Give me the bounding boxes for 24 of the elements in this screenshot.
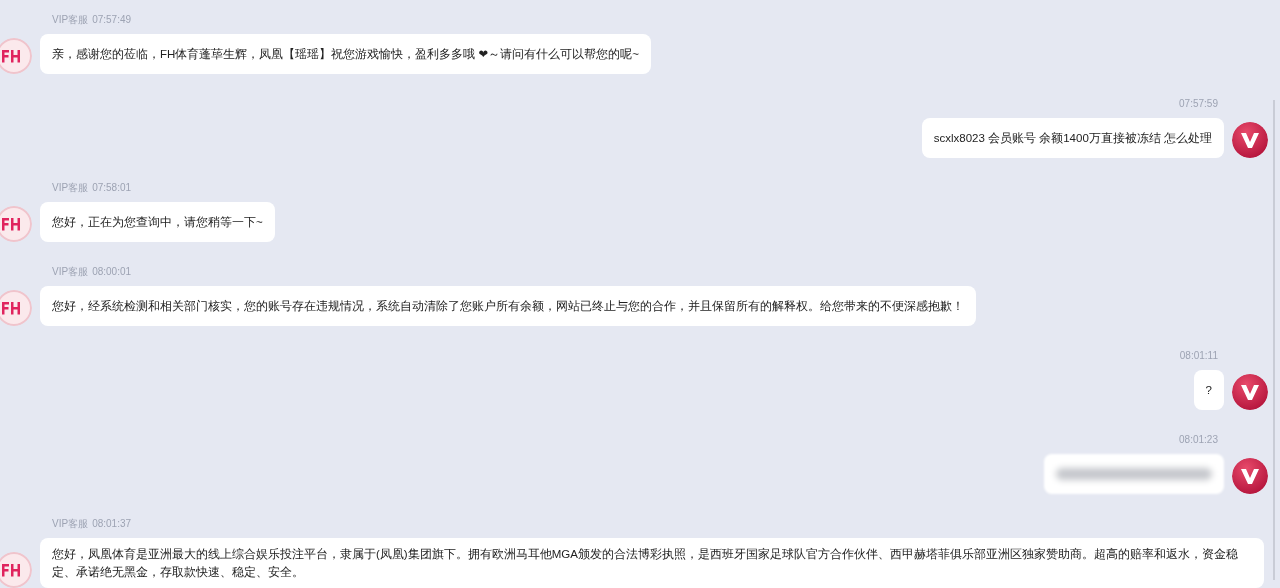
sender-name: VIP客服 (52, 14, 89, 26)
message-bubble: 您好，凤凰体育是亚洲最大的线上综合娱乐投注平台，隶属于(凤凰)集团旗下。拥有欧洲马耳他MGA颁发的合法博彩执照，是西班牙国家足球队官方合作伙伴、西甲赫塔菲俱乐部亚洲区独家赞助商。超高的赔率和返水，资金稳定、承诺绝无黑金，存取款快速、稳定、安全。 (40, 538, 1264, 588)
avatar-icon (1232, 458, 1268, 494)
sender-name: VIP客服 (52, 182, 89, 194)
avatar-icon (0, 290, 32, 326)
avatar-icon (1232, 374, 1268, 410)
message-bubble: ? (1193, 370, 1224, 410)
avatar-icon (1232, 122, 1268, 158)
sender-name: VIP客服 (52, 518, 89, 530)
avatar-icon (0, 552, 32, 588)
message-time: 08:01:37 (92, 518, 132, 530)
message-bubble: 您好，正在为您查询中，请您稍等一下~ (40, 202, 275, 242)
message-bubble: scxlx8023 会员账号 余额1400万直接被冻结 怎么处理 (921, 118, 1224, 158)
message-time: 08:01:11 (1179, 350, 1218, 362)
message-bubble: 您好，经系统检测和相关部门核实，您的账号存在违规情况，系统自动清除了您账户所有余额，网站已终止与您的合作，并且保留所有的解释权。给您带来的不便深感抱歉！ (40, 286, 976, 326)
sender-name: VIP客服 (52, 266, 89, 278)
avatar-icon (0, 38, 32, 74)
message-time: 08:01:23 (1179, 434, 1218, 446)
message-time: 07:57:49 (92, 14, 132, 26)
avatar-icon (0, 206, 32, 242)
message-time: 07:57:59 (1179, 98, 1218, 110)
message-time: 07:58:01 (92, 182, 132, 194)
message-bubble: 亲，感谢您的莅临，FH体育蓬荜生辉，凤凰【瑶瑶】祝您游戏愉快，盈利多多哦 ❤～请问有什么可以帮您的呢~ (40, 34, 651, 74)
message-time: 08:00:01 (92, 266, 132, 278)
